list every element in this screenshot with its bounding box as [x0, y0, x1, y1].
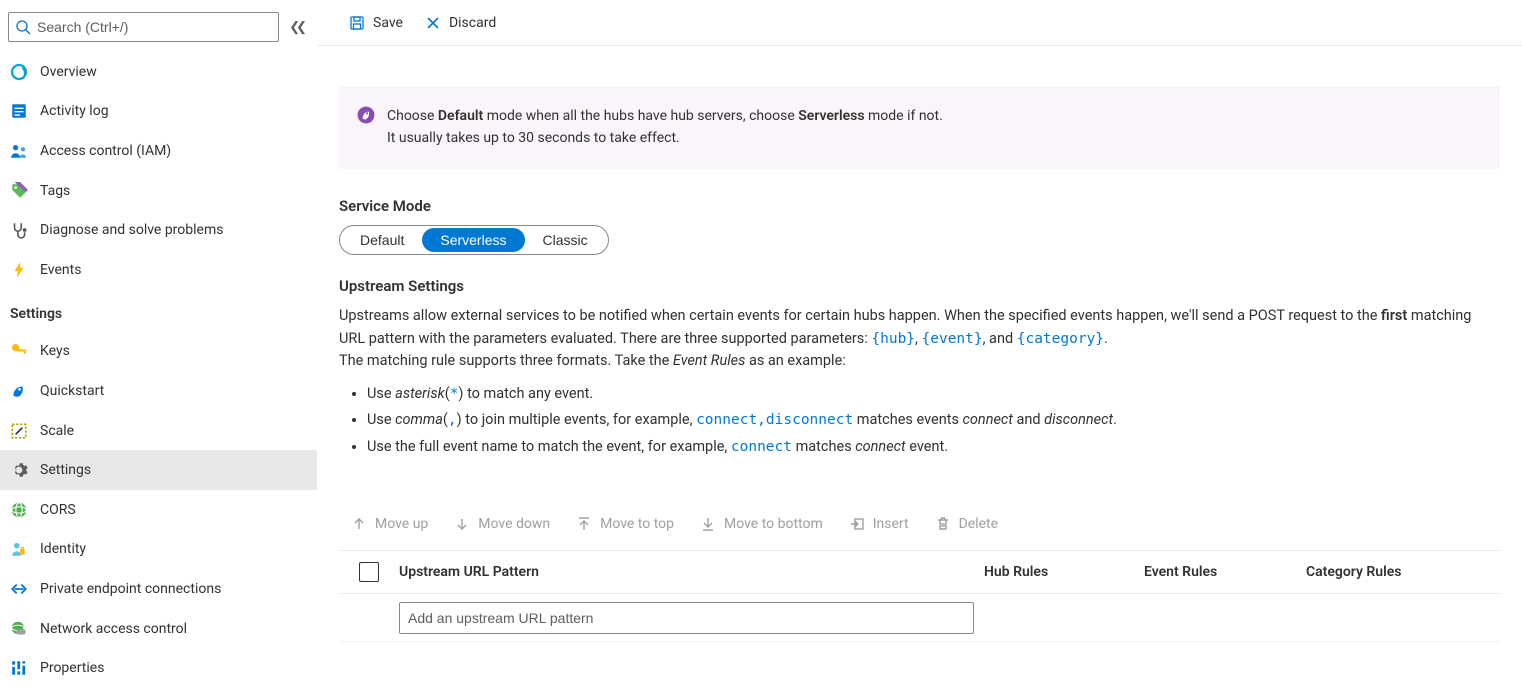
properties-icon	[10, 659, 28, 677]
col-url-pattern: Upstream URL Pattern	[399, 564, 984, 580]
list-item: Use comma(,) to join multiple events, fo…	[367, 409, 1500, 431]
list-item: Use the full event name to match the eve…	[367, 436, 1500, 458]
insert-icon	[849, 516, 865, 532]
toolbar: Save Discard	[317, 0, 1522, 46]
move-up-button[interactable]: Move up	[339, 508, 440, 540]
nav-events[interactable]: Events	[0, 250, 317, 290]
main-panel: Save Discard Choose Default mode when al…	[317, 0, 1522, 696]
nav-label: Scale	[40, 423, 74, 439]
move-bottom-button[interactable]: Move to bottom	[688, 508, 835, 540]
cors-icon	[10, 501, 28, 519]
arrow-bottom-icon	[700, 516, 716, 532]
discard-label: Discard	[449, 15, 496, 31]
mode-serverless[interactable]: Serverless	[422, 228, 524, 252]
nav-activity-log[interactable]: Activity log	[0, 92, 317, 132]
nav-label: Diagnose and solve problems	[40, 222, 223, 238]
delete-button[interactable]: Delete	[923, 508, 1010, 540]
nav-identity[interactable]: Identity	[0, 530, 317, 570]
nav-cors[interactable]: CORS	[0, 490, 317, 530]
rocket-icon	[357, 106, 375, 124]
mode-classic[interactable]: Classic	[525, 228, 606, 252]
nav-label: Properties	[40, 660, 104, 676]
save-button[interactable]: Save	[339, 7, 413, 39]
identity-icon	[10, 540, 28, 558]
events-icon	[10, 261, 28, 279]
upstream-settings-heading: Upstream Settings	[339, 277, 1500, 295]
nav-label: Events	[40, 262, 81, 278]
table-header: Upstream URL Pattern Hub Rules Event Rul…	[339, 550, 1500, 594]
arrow-up-icon	[351, 516, 367, 532]
search-row: ❮❮	[0, 8, 317, 52]
discard-button[interactable]: Discard	[415, 7, 506, 39]
col-hub-rules: Hub Rules	[984, 564, 1144, 580]
service-mode-selector: Default Serverless Classic	[339, 225, 609, 255]
arrow-down-icon	[454, 516, 470, 532]
overview-icon	[10, 63, 28, 81]
nav-label: Overview	[40, 64, 97, 80]
upstream-url-input[interactable]	[399, 602, 974, 634]
upstream-rules-list: Use asterisk(*) to match any event. Use …	[367, 383, 1500, 458]
activity-log-icon	[10, 102, 28, 120]
keys-icon	[10, 342, 28, 360]
nav-label: Activity log	[40, 103, 109, 119]
access-control-icon	[10, 142, 28, 160]
nav-scale[interactable]: Scale	[0, 411, 317, 451]
nav-label: Quickstart	[40, 383, 104, 399]
nav-properties[interactable]: Properties	[0, 648, 317, 688]
col-event-rules: Event Rules	[1144, 564, 1306, 580]
nav-label: Settings	[40, 462, 91, 478]
insert-button[interactable]: Insert	[837, 508, 921, 540]
nav-label: CORS	[40, 502, 76, 518]
upstream-description: Upstreams allow external services to be …	[339, 305, 1500, 458]
nav-network-access[interactable]: Network access control	[0, 609, 317, 649]
move-top-button[interactable]: Move to top	[564, 508, 686, 540]
select-all-checkbox[interactable]	[359, 562, 379, 582]
diagnose-icon	[10, 221, 28, 239]
tags-icon	[10, 182, 28, 200]
move-down-button[interactable]: Move down	[442, 508, 562, 540]
content-area: Choose Default mode when all the hubs ha…	[317, 46, 1522, 642]
nav-tags[interactable]: Tags	[0, 171, 317, 211]
nav-settings[interactable]: Settings	[0, 450, 317, 490]
nav-label: Access control (IAM)	[40, 143, 171, 159]
mode-default[interactable]: Default	[342, 228, 422, 252]
sidebar: ❮❮ Overview Activity log Access control …	[0, 0, 317, 696]
nav-private-endpoints[interactable]: Private endpoint connections	[0, 569, 317, 609]
nav-keys[interactable]: Keys	[0, 332, 317, 372]
nav-label: Tags	[40, 183, 70, 199]
service-mode-heading: Service Mode	[339, 197, 1500, 215]
network-access-icon	[10, 620, 28, 638]
collapse-sidebar-icon[interactable]: ❮❮	[289, 20, 309, 35]
col-category-rules: Category Rules	[1306, 564, 1500, 580]
select-all-cell	[339, 562, 399, 582]
upstream-command-bar: Move up Move down Move to top Move to bo…	[339, 508, 1500, 550]
arrow-top-icon	[576, 516, 592, 532]
quickstart-icon	[10, 382, 28, 400]
discard-icon	[425, 15, 441, 31]
settings-icon	[10, 461, 28, 479]
banner-message: Choose Default mode when all the hubs ha…	[387, 106, 943, 149]
list-item: Use asterisk(*) to match any event.	[367, 383, 1500, 405]
sidebar-section-settings: Settings	[0, 290, 317, 332]
info-banner: Choose Default mode when all the hubs ha…	[339, 86, 1500, 169]
nav-label: Keys	[40, 343, 70, 359]
nav-overview[interactable]: Overview	[0, 52, 317, 92]
nav-label: Identity	[40, 541, 86, 557]
search-input[interactable]	[37, 19, 272, 35]
nav-quickstart[interactable]: Quickstart	[0, 371, 317, 411]
search-icon	[15, 19, 31, 35]
save-icon	[349, 15, 365, 31]
nav-label: Private endpoint connections	[40, 581, 221, 597]
save-label: Save	[373, 15, 403, 31]
nav-access-control[interactable]: Access control (IAM)	[0, 131, 317, 171]
nav-diagnose[interactable]: Diagnose and solve problems	[0, 210, 317, 250]
delete-icon	[935, 516, 951, 532]
table-row	[339, 594, 1500, 642]
search-input-container[interactable]	[8, 12, 279, 42]
private-endpoints-icon	[10, 580, 28, 598]
scale-icon	[10, 422, 28, 440]
nav-label: Network access control	[40, 621, 187, 637]
